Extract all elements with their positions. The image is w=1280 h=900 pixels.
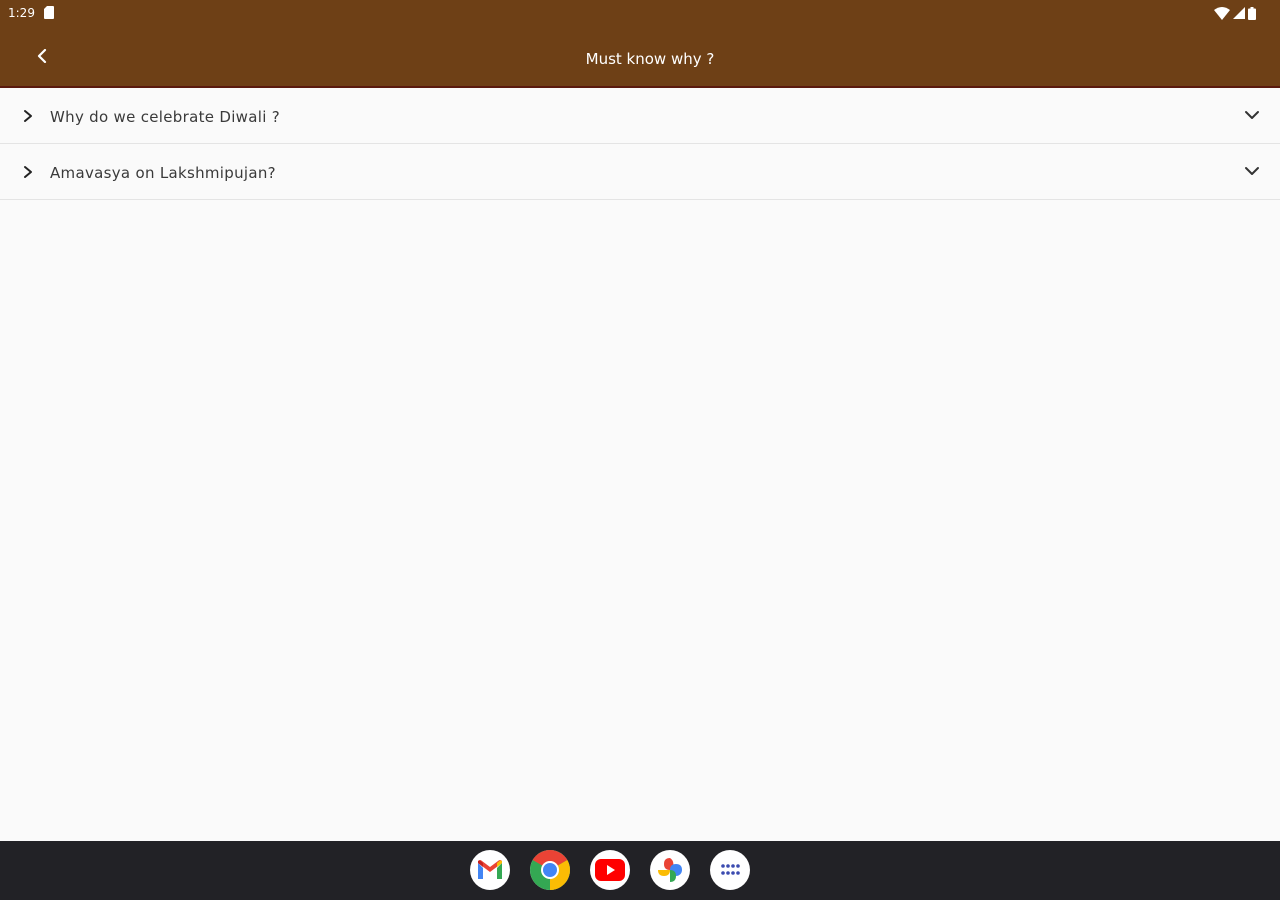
status-icons <box>1214 5 1256 21</box>
gmail-glyph <box>478 860 502 879</box>
chevron-down-icon[interactable] <box>1244 109 1260 121</box>
faq-item-diwali[interactable]: Why do we celebrate Diwali ? <box>0 88 1280 144</box>
faq-item-amavasya[interactable]: Amavasya on Lakshmipujan? <box>0 144 1280 200</box>
signal-icon <box>1233 7 1245 19</box>
sd-card-icon <box>44 6 54 19</box>
photos-glyph <box>658 858 682 882</box>
youtube-icon[interactable] <box>590 850 630 890</box>
taskbar-dock <box>0 841 1280 900</box>
app-drawer-glyph <box>721 864 740 875</box>
photos-icon[interactable] <box>650 850 690 890</box>
chrome-icon[interactable] <box>530 850 570 890</box>
chevron-down-icon[interactable] <box>1244 165 1260 177</box>
wifi-icon <box>1214 6 1230 20</box>
gmail-icon[interactable] <box>470 850 510 890</box>
battery-icon <box>1248 6 1256 20</box>
faq-question: Amavasya on Lakshmipujan? <box>50 164 276 182</box>
faq-question: Why do we celebrate Diwali ? <box>50 108 280 126</box>
page-title: Must know why ? <box>585 50 715 68</box>
status-time: 1:29 <box>8 6 35 20</box>
chevron-right-icon <box>24 166 32 178</box>
youtube-glyph <box>595 859 625 881</box>
dock-apps <box>470 850 750 890</box>
chrome-glyph <box>530 850 570 890</box>
chevron-right-icon <box>24 110 32 122</box>
app-drawer-icon[interactable] <box>710 850 750 890</box>
app-bar: 1:29 Must know why ? <box>0 0 1280 88</box>
faq-list: Why do we celebrate Diwali ? Amavasya on… <box>0 88 1280 200</box>
